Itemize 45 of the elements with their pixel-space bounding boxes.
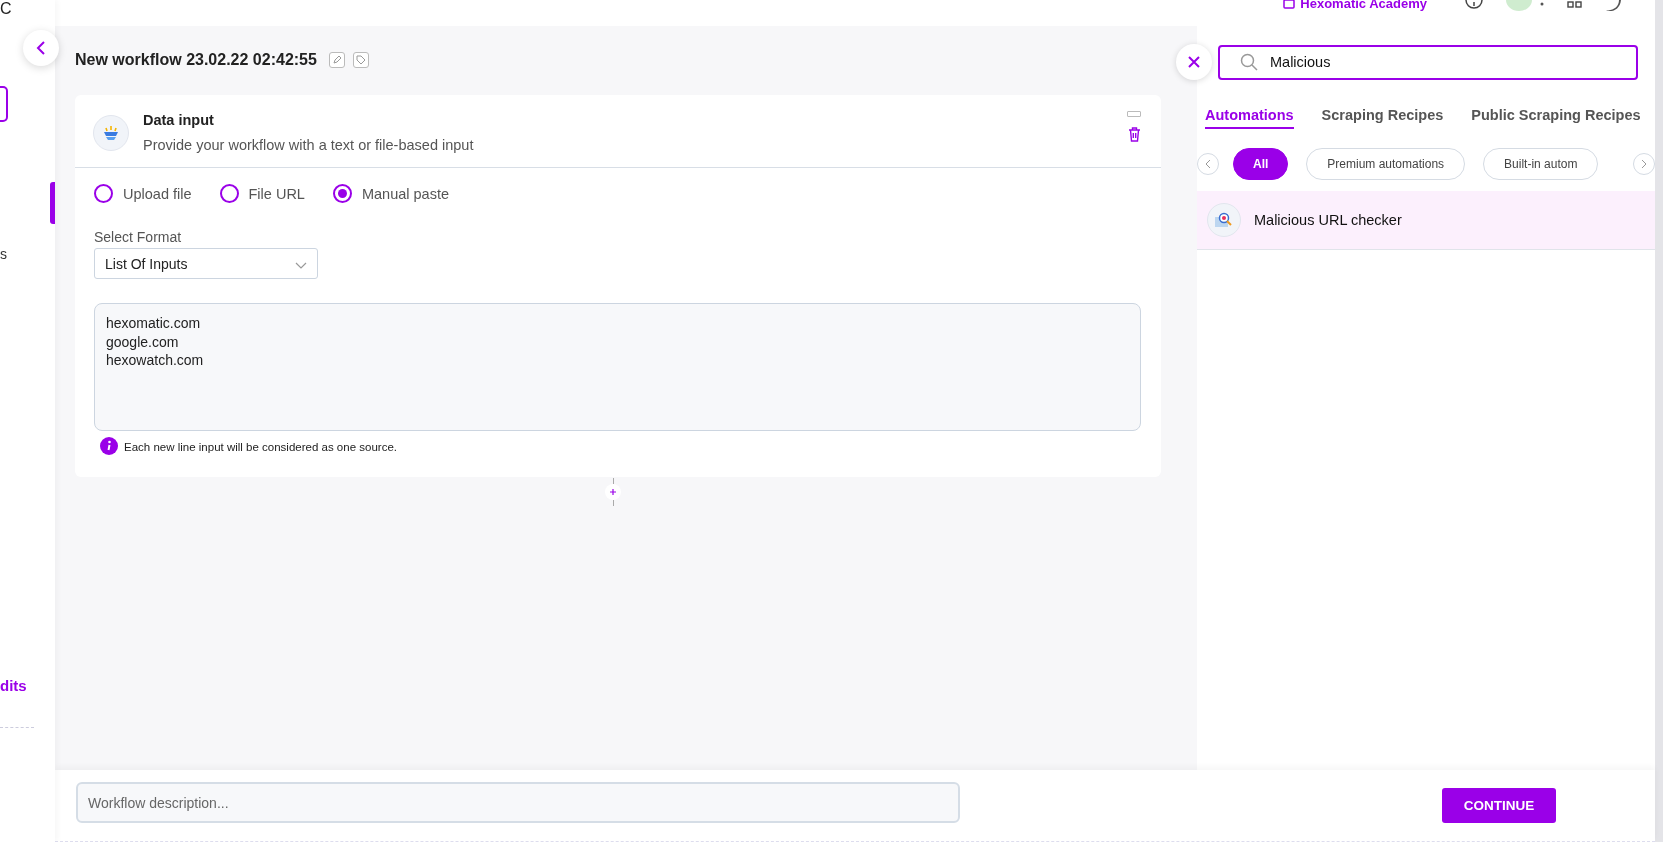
trash-icon[interactable] [1127, 126, 1141, 142]
active-indicator [50, 182, 55, 224]
card-description: Provide your workflow with a text or file-based input [143, 137, 475, 153]
radio-option[interactable]: File URL [219, 184, 305, 203]
chevron-right-icon [1641, 159, 1647, 169]
card-title: Data input [143, 112, 215, 128]
panel-tab[interactable]: Scraping Recipes [1321, 107, 1444, 129]
workflow-title: New workflow 23.02.22 02:42:55 [75, 51, 317, 69]
collapse-button[interactable] [23, 30, 59, 66]
inputs-textarea[interactable]: hexomatic.com google.com hexowatch.com [94, 303, 1141, 431]
workflow-description-field[interactable]: Workflow description... [76, 782, 960, 823]
close-icon [1188, 56, 1200, 68]
search-field[interactable]: Malicious [1218, 44, 1638, 80]
continue-button[interactable]: CONTINUE [1442, 788, 1556, 823]
panel-tab[interactable]: Public Scraping Recipes [1471, 107, 1641, 129]
apps-grid-icon[interactable] [1567, 0, 1583, 10]
tag-icon [355, 55, 366, 65]
moon-icon[interactable] [1605, 0, 1621, 12]
filter-chip[interactable]: All [1233, 148, 1289, 180]
hint-text: Each new line input will be considered as one source. [124, 441, 397, 453]
add-step-icon[interactable] [605, 484, 621, 500]
filter-chip[interactable]: Built-in autom [1483, 148, 1599, 180]
automation-item[interactable]: Malicious URL checker [1197, 191, 1655, 250]
close-button[interactable] [1176, 44, 1212, 80]
pencil-icon [331, 55, 342, 65]
magnifier-icon [1214, 211, 1234, 229]
nav-item-text[interactable]: s [0, 246, 55, 262]
info-icon [100, 437, 118, 455]
format-label: Select Format [94, 229, 183, 245]
radio-option[interactable]: Manual paste [332, 184, 449, 203]
credits-text[interactable]: dits [0, 677, 55, 694]
chevron-down-icon [295, 261, 307, 269]
logo-text: C [0, 0, 13, 18]
chevron-left-icon [36, 41, 46, 55]
info-icon[interactable] [1465, 0, 1483, 12]
search-icon [1240, 53, 1258, 71]
tag-button[interactable] [352, 52, 369, 68]
filter-chip[interactable]: Premium automations [1306, 148, 1466, 180]
data-input-logo [93, 115, 129, 151]
edit-button[interactable] [328, 52, 345, 68]
format-dropdown[interactable]: List Of Inputs [94, 248, 318, 279]
panel-tab[interactable]: Automations [1205, 107, 1294, 129]
chevron-left-icon [1205, 159, 1211, 169]
book-icon [1283, 0, 1296, 9]
radio-option[interactable]: Upload file [94, 184, 192, 203]
